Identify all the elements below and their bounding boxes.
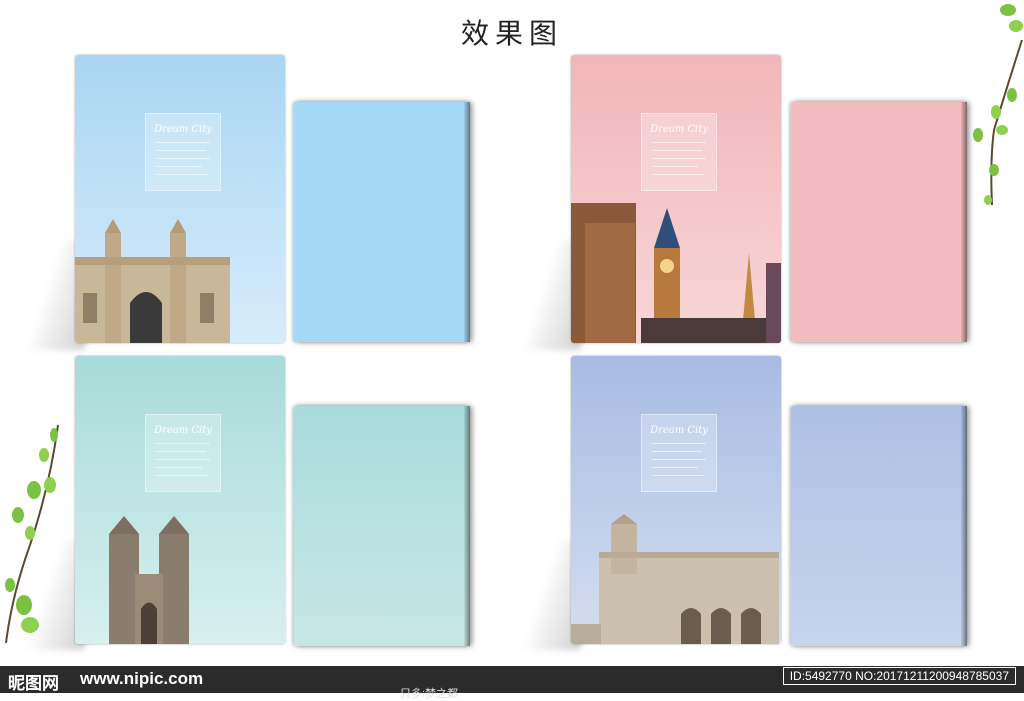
cover-label-box: Dream City — [145, 414, 221, 492]
cover-script-title: Dream City — [650, 124, 708, 135]
site-logo: 昵图网 — [8, 674, 59, 694]
big-ben-image — [571, 203, 781, 343]
image-id-badge: ID:5492770 NO:20171211200948785037 — [782, 667, 1016, 685]
watermark-footer: 昵图网 www.nipic.com 只多:梦之都 ID:5492770 NO:2… — [0, 666, 1024, 700]
cover-script-title: Dream City — [650, 425, 708, 436]
cover-script-title: Dream City — [154, 425, 212, 436]
leaf-branch-bottom-left-icon — [5, 424, 59, 644]
book-back-cover-plaza — [791, 406, 967, 646]
book-front-cover-plaza: Dream City — [571, 356, 781, 644]
author-text: 只多:梦之都 — [400, 688, 459, 700]
book-back-cover-westminster — [294, 406, 470, 646]
book-back-cover-big-ben — [791, 102, 967, 342]
cover-label-box: Dream City — [641, 414, 717, 492]
book-front-cover-westminster: Dream City — [75, 356, 285, 644]
cover-label-box: Dream City — [641, 113, 717, 191]
gateway-of-india-image — [75, 219, 230, 343]
site-url: www.nipic.com — [80, 669, 204, 688]
page-title: 效果图 — [460, 17, 563, 50]
cover-script-title: Dream City — [154, 124, 212, 135]
book-front-cover-gateway: Dream City — [75, 55, 285, 343]
cover-label-box: Dream City — [145, 113, 221, 191]
book-front-cover-big-ben: Dream City — [571, 55, 781, 343]
westminster-abbey-image — [109, 516, 189, 644]
plaza-building-image — [571, 514, 779, 644]
leaf-branch-top-right-icon — [973, 4, 1023, 206]
book-back-cover-gateway — [294, 102, 470, 342]
